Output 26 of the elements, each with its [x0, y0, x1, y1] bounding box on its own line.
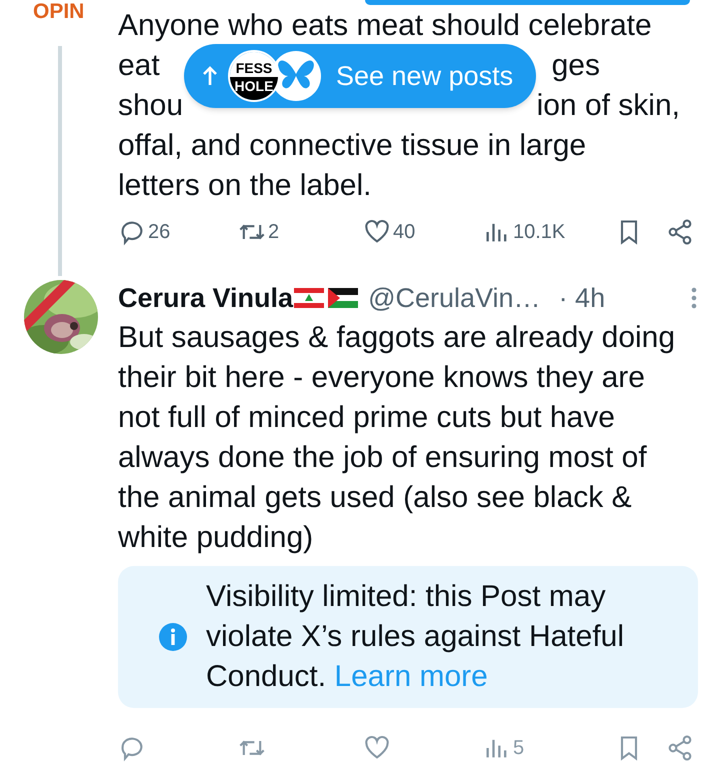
post-text: Anyone who eats meat should celebrate — [118, 8, 652, 44]
avatar: FESS HOLE — [228, 50, 280, 102]
like-button[interactable]: 40 — [363, 212, 416, 252]
post-text: But sausages & faggots are already doing their bit here - everyone knows they are not full of minced prime cuts but have always done the job of ensuring most of the animal gets used (also see black & white pudding) — [118, 320, 676, 556]
post-text: ion of skin, — [536, 88, 680, 124]
reply-button[interactable]: 26 — [118, 212, 170, 252]
arrow-up-icon — [202, 65, 218, 87]
post-text: eat — [118, 48, 160, 84]
info-icon — [158, 622, 188, 652]
post-text: offal, and connective tissue in large — [118, 128, 586, 164]
new-posts-button[interactable]: FESS HOLE See new posts — [184, 44, 536, 108]
flag-icon — [328, 288, 358, 308]
repost-button[interactable]: 2 — [238, 212, 280, 252]
share-icon — [666, 218, 694, 246]
notice-text: Visibility limited: this Post may violate X’s rules against Hateful Conduct. Learn more — [206, 579, 626, 695]
share-icon — [666, 734, 694, 762]
views-button[interactable]: 10.1K — [483, 212, 566, 252]
post-text: letters on the label. — [118, 168, 372, 204]
flag-icon — [294, 288, 324, 308]
author-handle[interactable]: @CerulaVin… — [368, 278, 541, 318]
author-name[interactable]: Cerura Vinula — [118, 278, 294, 318]
post-time: · 4h — [558, 282, 606, 315]
post-text: shou — [118, 88, 184, 124]
post-text: ges — [552, 48, 600, 84]
more-icon[interactable] — [690, 286, 698, 310]
post-label: OPIN — [33, 0, 84, 24]
